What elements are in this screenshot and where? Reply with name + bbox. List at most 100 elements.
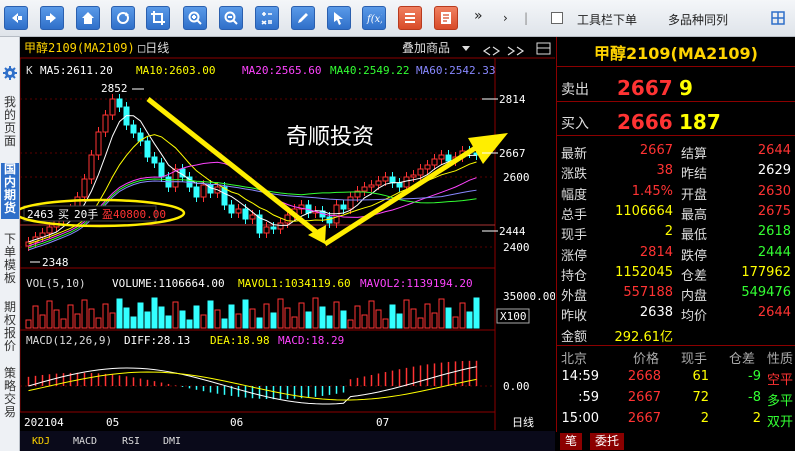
tick-time: 14:59 — [561, 369, 599, 384]
grid-layout-icon[interactable] — [765, 6, 791, 30]
stat-label-left: 现手 — [561, 228, 588, 244]
stat-label-left: 最新 — [561, 147, 588, 162]
toolbar-order-checkbox[interactable] — [551, 12, 563, 24]
volume-bar — [403, 299, 410, 329]
candle-body — [277, 222, 284, 230]
bid-price[interactable]: 2666 — [617, 110, 673, 134]
stat-label-left: 金额 — [561, 329, 588, 345]
side-tab-order-template[interactable]: 下单模板 — [1, 233, 19, 285]
toolbar-order-label: 工具栏下单 — [577, 13, 638, 27]
tick-qty: 72 — [692, 390, 709, 405]
volume-bar — [431, 312, 438, 329]
list-icon[interactable] — [398, 6, 422, 30]
home-icon[interactable] — [76, 6, 100, 30]
candle-body — [424, 164, 431, 170]
chart-header-title: 甲醇2109(MA2109) — [24, 40, 135, 55]
stat-label-right: 昨结 — [681, 167, 708, 183]
side-tab-options-quote[interactable]: 期权报价 — [1, 301, 19, 353]
price-axis-label-1: 2667 — [499, 147, 526, 160]
volume-bar — [207, 300, 214, 329]
kline-chart-svg[interactable]: 甲醇2109(MA2109) □日线 叠加商品 K MA5:2611.20 MA… — [14, 37, 556, 451]
overlay-dropdown[interactable]: 叠加商品 — [402, 40, 450, 55]
calculator-icon[interactable] — [255, 6, 279, 30]
select-arrow-icon[interactable] — [327, 6, 351, 30]
kline-chart-panel[interactable]: 甲醇2109(MA2109) □日线 叠加商品 K MA5:2611.20 MA… — [14, 37, 556, 451]
price-axis-label-4: 2400 — [503, 241, 530, 254]
candlestick-series — [25, 94, 480, 251]
indicator-tab-macd[interactable]: MACD — [73, 436, 97, 447]
candle-body — [368, 184, 375, 188]
zoom-in-icon[interactable] — [183, 6, 207, 30]
up-trend-arrow — [323, 142, 482, 247]
down-trend-arrow — [146, 97, 322, 237]
stat-value-left: 2638 — [639, 305, 673, 321]
volume-bar — [74, 313, 81, 329]
multi-product-dropdown[interactable]: 多品种同列 — [668, 11, 728, 28]
candle-body — [347, 196, 354, 210]
macd-legend-diff: DIFF:28.13 — [124, 334, 190, 347]
indicator-tab-dmi[interactable]: DMI — [163, 436, 181, 447]
date-axis-label-0: 202104 — [24, 416, 64, 429]
quote-stat-row: 持仓 1152045 仓差 177962 — [557, 263, 795, 284]
settings-gear-icon[interactable] — [2, 65, 18, 81]
candle-body — [46, 226, 53, 234]
candle-body — [81, 178, 88, 198]
side-tab-strategy-trade[interactable]: 策略交易 — [1, 367, 19, 419]
tick-price: 2668 — [627, 369, 661, 384]
candle-body — [438, 154, 445, 160]
ask-row[interactable]: 卖出 2667 9 — [557, 74, 795, 102]
toolbar: f(x) » › | 工具栏下单 多品种同列 — [0, 0, 795, 37]
tick-nature: 双开 — [767, 415, 794, 430]
ma-legend-ma60: MA60:2542.33 — [416, 64, 495, 77]
volume-bar — [256, 317, 263, 329]
candle-body — [326, 216, 333, 224]
volume-bar — [459, 302, 466, 329]
low-annotation: 2348 — [42, 256, 69, 269]
stat-label-left: 总手 — [561, 207, 588, 223]
tick-price: 2667 — [627, 390, 661, 405]
candle-body — [361, 186, 368, 192]
ticks-header-qty: 现手 — [681, 352, 708, 367]
macd-axis-label: 0.00 — [503, 380, 530, 393]
candle-body — [396, 182, 403, 188]
back-arrow-icon[interactable] — [4, 6, 28, 30]
indicator-tab-rsi[interactable]: RSI — [122, 436, 140, 447]
vol-legend-volume: VOLUME:1106664.00 — [112, 277, 225, 290]
stat-value-right: 2444 — [757, 244, 791, 260]
bid-row[interactable]: 买入 2666 187 — [557, 108, 795, 136]
toolbar-overflow-chevron-icon[interactable]: › — [503, 11, 508, 25]
stat-value-right: 2675 — [757, 203, 791, 219]
side-tab-my-page[interactable]: 我的页面 — [1, 96, 19, 148]
date-axis-label-3: 07 — [376, 416, 389, 429]
tab-ticks[interactable]: 笔 — [560, 433, 583, 450]
refresh-icon[interactable] — [111, 6, 135, 30]
stat-label-right: 内盘 — [681, 289, 708, 305]
period-label[interactable]: □日线 — [138, 41, 169, 55]
candle-body — [431, 158, 438, 166]
formula-icon[interactable]: f(x) — [362, 6, 386, 30]
indicator-tab-kdj[interactable]: KDJ — [32, 436, 50, 447]
volume-bar — [214, 309, 221, 329]
ticks-header-price: 价格 — [633, 352, 660, 367]
crop-icon[interactable] — [146, 6, 170, 30]
forward-arrow-icon[interactable] — [40, 6, 64, 30]
document-icon[interactable] — [434, 6, 458, 30]
candle-body — [417, 168, 424, 176]
toolbar-more-icon[interactable]: » — [474, 8, 483, 24]
stat-value-left: 1152045 — [615, 264, 673, 280]
volume-bar — [228, 304, 235, 329]
price-axis: 2814 2667 2600 2444 2400 — [482, 93, 530, 254]
candle-body — [410, 174, 417, 178]
volume-bar — [144, 311, 151, 329]
volume-bar — [424, 303, 431, 329]
candle-body — [95, 131, 102, 156]
quote-stat-row: 最新 2667 结算 2644 — [557, 141, 795, 162]
side-tab-domestic-futures[interactable]: 国内期货 — [1, 163, 19, 219]
volume-bar — [116, 298, 123, 329]
tab-orders[interactable]: 委托 — [590, 433, 625, 450]
draw-pen-icon[interactable] — [291, 6, 315, 30]
ask-price[interactable]: 2667 — [617, 76, 673, 100]
zoom-out-icon[interactable] — [219, 6, 243, 30]
candle-body — [88, 154, 95, 180]
quote-stat-row: 总手 1106664 最高 2675 — [557, 202, 795, 223]
